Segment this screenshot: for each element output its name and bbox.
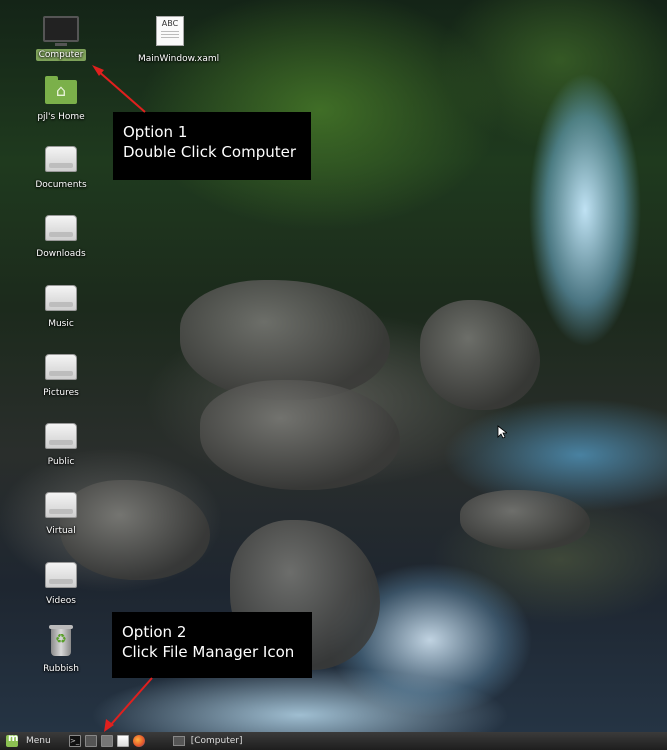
window-icon	[172, 736, 185, 746]
desktop-icon-label: pjl's Home	[37, 112, 85, 122]
mint-logo-icon	[6, 733, 18, 747]
drive-icon	[45, 423, 77, 449]
desktop-icon-documents[interactable]: Documents	[26, 146, 96, 191]
drive-icon	[45, 562, 77, 588]
menu-button[interactable]: Menu	[0, 732, 57, 750]
drive-icon	[45, 285, 77, 311]
desktop-icon-label: Documents	[35, 180, 87, 190]
desktop-icon-home[interactable]: pjl's Home	[26, 76, 96, 123]
wallpaper-rock	[460, 490, 590, 550]
firefox-icon[interactable]	[132, 735, 145, 747]
desktop-icon-downloads[interactable]: Downloads	[26, 215, 96, 260]
menu-label: Menu	[26, 736, 51, 746]
wallpaper-rock	[420, 300, 540, 410]
desktop-icon-label: Pictures	[43, 388, 79, 398]
desktop-icon-pictures[interactable]: Pictures	[26, 354, 96, 399]
taskbar-window-label: [Computer]	[190, 736, 243, 746]
desktop-icon-label: Virtual	[46, 526, 76, 536]
system-monitor-icon[interactable]	[84, 735, 97, 747]
option1-callout: Option 1 Double Click Computer	[113, 112, 311, 180]
drive-icon	[45, 146, 77, 172]
trash-icon	[49, 625, 73, 656]
terminal-icon[interactable]: >_	[68, 735, 81, 747]
option2-title: Option 2	[122, 623, 187, 641]
option1-title: Option 1	[123, 123, 188, 141]
desktop-icon-rubbish[interactable]: Rubbish	[26, 625, 96, 675]
desktop-icon-label: Rubbish	[43, 664, 79, 674]
desktop-icon-public[interactable]: Public	[26, 423, 96, 468]
option2-callout: Option 2 Click File Manager Icon	[112, 612, 312, 678]
desktop-icon-videos[interactable]: Videos	[26, 562, 96, 607]
desktop-icon-mainwindow-xaml[interactable]: ABC MainWindow.xaml	[135, 16, 219, 65]
text-editor-icon[interactable]	[116, 735, 129, 747]
desktop-icon-label: MainWindow.xaml	[138, 54, 220, 64]
arrow-to-computer-icon	[92, 65, 146, 113]
document-icon-text: ABC	[161, 19, 179, 28]
taskbar: Menu >_ [Computer]	[0, 732, 667, 750]
file-manager-icon[interactable]	[100, 735, 113, 747]
drive-icon	[45, 215, 77, 241]
drive-icon	[45, 354, 77, 380]
option1-instruction: Double Click Computer	[123, 143, 296, 161]
taskbar-window-computer[interactable]: [Computer]	[172, 736, 243, 746]
desktop-icon-label: Downloads	[36, 249, 86, 259]
desktop-icon-label: Computer	[35, 49, 87, 61]
desktop-icon-computer[interactable]: Computer	[26, 16, 96, 61]
desktop-icon-music[interactable]: Music	[26, 285, 96, 330]
wallpaper-rock	[200, 380, 400, 490]
arrow-to-file-manager-icon	[104, 677, 153, 732]
desktop-icon-label: Public	[47, 457, 75, 467]
desktop-icon-label: Music	[48, 319, 74, 329]
desktop-icon-virtual[interactable]: Virtual	[26, 492, 96, 537]
desktop-wallpaper: Computer ABC MainWindow.xaml pjl's Home …	[0, 0, 667, 732]
document-icon: ABC	[156, 16, 184, 46]
mouse-cursor-icon	[497, 425, 507, 439]
drive-icon	[45, 492, 77, 518]
option2-instruction: Click File Manager Icon	[122, 643, 295, 661]
computer-icon	[43, 16, 79, 46]
home-folder-icon	[45, 76, 77, 104]
desktop-icon-label: Videos	[46, 596, 76, 606]
